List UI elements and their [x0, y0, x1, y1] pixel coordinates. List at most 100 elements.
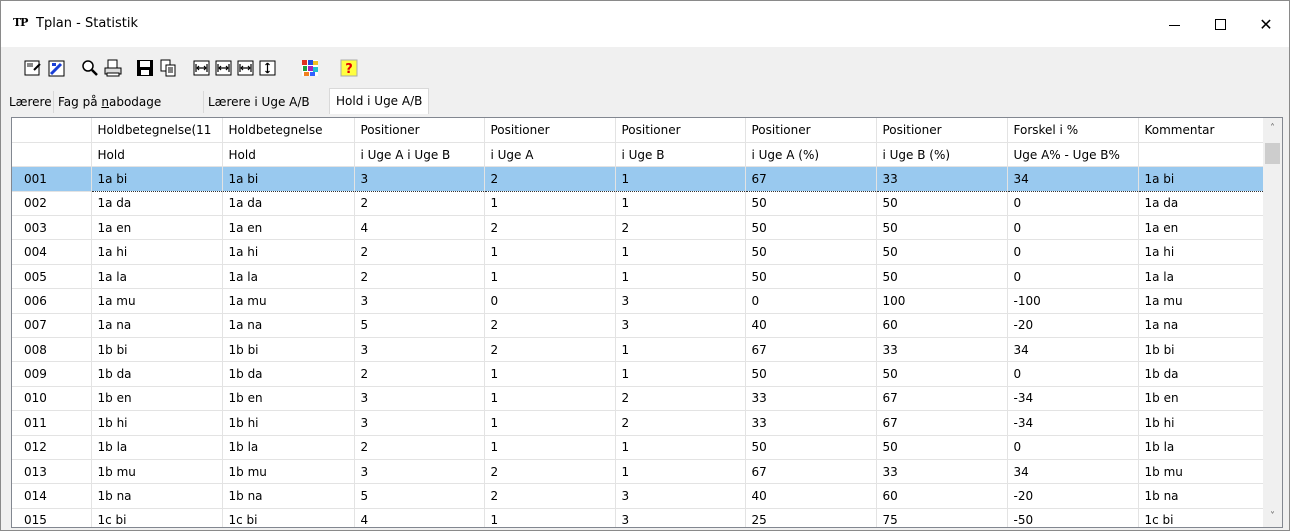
table-row[interactable]: 002 1a da 1a da 2 1 1 50 50 0 1a da [12, 191, 1264, 217]
cell-positioner-ab[interactable]: 2 [354, 239, 485, 265]
save-button[interactable] [134, 57, 156, 79]
cell-positioner-a[interactable]: 1 [484, 361, 616, 387]
cell-row-number[interactable]: 009 [12, 361, 92, 387]
cell-row-number[interactable]: 013 [12, 459, 92, 485]
table-row[interactable]: 009 1b da 1b da 2 1 1 50 50 0 1b da [12, 361, 1264, 387]
cell-positioner-a[interactable]: 1 [484, 435, 616, 460]
cell-positioner-ab[interactable]: 3 [354, 337, 485, 363]
cell-positioner-a-pct[interactable]: 50 [745, 264, 877, 290]
cell-positioner-b[interactable]: 1 [615, 361, 746, 387]
cell-holdbetegnelse-11[interactable]: 1b hi [91, 410, 223, 436]
cell-positioner-a-pct[interactable]: 67 [745, 337, 877, 363]
cell-positioner-b[interactable]: 2 [615, 410, 746, 436]
cell-positioner-b-pct[interactable]: 67 [876, 410, 1008, 436]
cell-holdbetegnelse[interactable]: 1b en [222, 386, 355, 412]
cell-holdbetegnelse[interactable]: 1a la [222, 264, 355, 290]
tab-fag-paa-nabodage[interactable]: Fag på nabodage [53, 91, 165, 113]
cell-positioner-b[interactable]: 1 [615, 435, 746, 460]
cell-positioner-b-pct[interactable]: 67 [876, 386, 1008, 412]
column-width-button-3[interactable] [235, 57, 257, 79]
cell-positioner-a[interactable]: 1 [484, 264, 616, 290]
copy-button[interactable] [157, 57, 179, 79]
cell-positioner-a[interactable]: 2 [484, 215, 616, 241]
cell-kommentar[interactable]: 1b da [1138, 361, 1264, 387]
cell-forskel-pct[interactable]: 0 [1007, 239, 1139, 265]
cell-forskel-pct[interactable]: -50 [1007, 508, 1139, 527]
cell-positioner-b[interactable]: 1 [615, 239, 746, 265]
table-row[interactable]: 013 1b mu 1b mu 3 2 1 67 33 34 1b mu [12, 459, 1264, 485]
cell-positioner-ab[interactable]: 4 [354, 508, 485, 527]
cell-forskel-pct[interactable]: -20 [1007, 483, 1139, 509]
cell-positioner-b-pct[interactable]: 50 [876, 361, 1008, 387]
title-bar[interactable]: TP Tplan - Statistik ✕ [1, 1, 1289, 47]
table-row[interactable]: 010 1b en 1b en 3 1 2 33 67 -34 1b en [12, 386, 1264, 412]
cell-positioner-b[interactable]: 1 [615, 191, 746, 217]
cell-holdbetegnelse-11[interactable]: 1a na [91, 313, 223, 339]
search-button[interactable] [79, 57, 101, 79]
cell-positioner-a[interactable]: 2 [484, 459, 616, 485]
cell-positioner-a-pct[interactable]: 67 [745, 459, 877, 485]
cell-row-number[interactable]: 012 [12, 435, 92, 460]
table-row[interactable]: 008 1b bi 1b bi 3 2 1 67 33 34 1b bi [12, 337, 1264, 363]
cell-positioner-ab[interactable]: 2 [354, 361, 485, 387]
cell-holdbetegnelse-11[interactable]: 1a la [91, 264, 223, 290]
table-row[interactable]: 012 1b la 1b la 2 1 1 50 50 0 1b la [12, 435, 1264, 460]
cell-holdbetegnelse-11[interactable]: 1b en [91, 386, 223, 412]
cell-row-number[interactable]: 002 [12, 191, 92, 217]
cell-holdbetegnelse[interactable]: 1a na [222, 313, 355, 339]
statistics-grid[interactable]: Holdbetegnelse(11 Holdbetegnelse Positione… [11, 117, 1283, 528]
cell-positioner-b-pct[interactable]: 50 [876, 264, 1008, 290]
table-row[interactable]: 003 1a en 1a en 4 2 2 50 50 0 1a en [12, 215, 1264, 241]
cell-holdbetegnelse-11[interactable]: 1b na [91, 483, 223, 509]
cell-row-number[interactable]: 004 [12, 239, 92, 265]
cell-positioner-a-pct[interactable]: 50 [745, 239, 877, 265]
cell-kommentar[interactable]: 1a na [1138, 313, 1264, 339]
cell-positioner-b[interactable]: 3 [615, 313, 746, 339]
cell-positioner-a-pct[interactable]: 40 [745, 313, 877, 339]
cell-positioner-ab[interactable]: 3 [354, 410, 485, 436]
cell-kommentar[interactable]: 1a da [1138, 191, 1264, 217]
cell-holdbetegnelse-11[interactable]: 1a en [91, 215, 223, 241]
table-row[interactable]: 007 1a na 1a na 5 2 3 40 60 -20 1a na [12, 313, 1264, 339]
cell-holdbetegnelse[interactable]: 1b bi [222, 337, 355, 363]
cell-row-number[interactable]: 005 [12, 264, 92, 290]
cell-forskel-pct[interactable]: 0 [1007, 264, 1139, 290]
cell-kommentar[interactable]: 1a hi [1138, 239, 1264, 265]
column-width-button-2[interactable] [213, 57, 235, 79]
cell-positioner-a[interactable]: 1 [484, 191, 616, 217]
cell-positioner-b-pct[interactable]: 50 [876, 239, 1008, 265]
cell-positioner-a-pct[interactable]: 0 [745, 288, 877, 314]
cell-positioner-b[interactable]: 1 [615, 459, 746, 485]
cell-positioner-a-pct[interactable]: 50 [745, 191, 877, 217]
cell-kommentar[interactable]: 1a en [1138, 215, 1264, 241]
cell-holdbetegnelse[interactable]: 1a da [222, 191, 355, 217]
table-row[interactable]: 014 1b na 1b na 5 2 3 40 60 -20 1b na [12, 483, 1264, 509]
cell-positioner-a-pct[interactable]: 50 [745, 215, 877, 241]
cell-holdbetegnelse-11[interactable]: 1b bi [91, 337, 223, 363]
cell-positioner-a-pct[interactable]: 33 [745, 410, 877, 436]
cell-positioner-ab[interactable]: 2 [354, 435, 485, 460]
cell-kommentar[interactable]: 1b bi [1138, 337, 1264, 363]
colors-button[interactable] [299, 57, 321, 79]
cell-holdbetegnelse[interactable]: 1c bi [222, 508, 355, 527]
cell-holdbetegnelse-11[interactable]: 1a da [91, 191, 223, 217]
table-row[interactable]: 001 1a bi 1a bi 3 2 1 67 33 34 1a bi [12, 166, 1264, 192]
cell-forskel-pct[interactable]: 34 [1007, 459, 1139, 485]
cell-holdbetegnelse[interactable]: 1b mu [222, 459, 355, 485]
cell-row-number[interactable]: 014 [12, 483, 92, 509]
cell-forskel-pct[interactable]: -34 [1007, 410, 1139, 436]
table-row[interactable]: 006 1a mu 1a mu 3 0 3 0 100 -100 1a mu [12, 288, 1264, 314]
cell-holdbetegnelse[interactable]: 1a en [222, 215, 355, 241]
cell-positioner-a[interactable]: 2 [484, 337, 616, 363]
cell-kommentar[interactable]: 1c bi [1138, 508, 1264, 527]
cell-holdbetegnelse[interactable]: 1b da [222, 361, 355, 387]
cell-positioner-b-pct[interactable]: 100 [876, 288, 1008, 314]
cell-positioner-b-pct[interactable]: 60 [876, 313, 1008, 339]
cell-forskel-pct[interactable]: 34 [1007, 337, 1139, 363]
cell-positioner-b[interactable]: 3 [615, 483, 746, 509]
cell-positioner-a-pct[interactable]: 50 [745, 435, 877, 460]
cell-kommentar[interactable]: 1b en [1138, 386, 1264, 412]
cell-positioner-ab[interactable]: 2 [354, 191, 485, 217]
cell-positioner-a-pct[interactable]: 40 [745, 483, 877, 509]
table-row[interactable]: 005 1a la 1a la 2 1 1 50 50 0 1a la [12, 264, 1264, 290]
